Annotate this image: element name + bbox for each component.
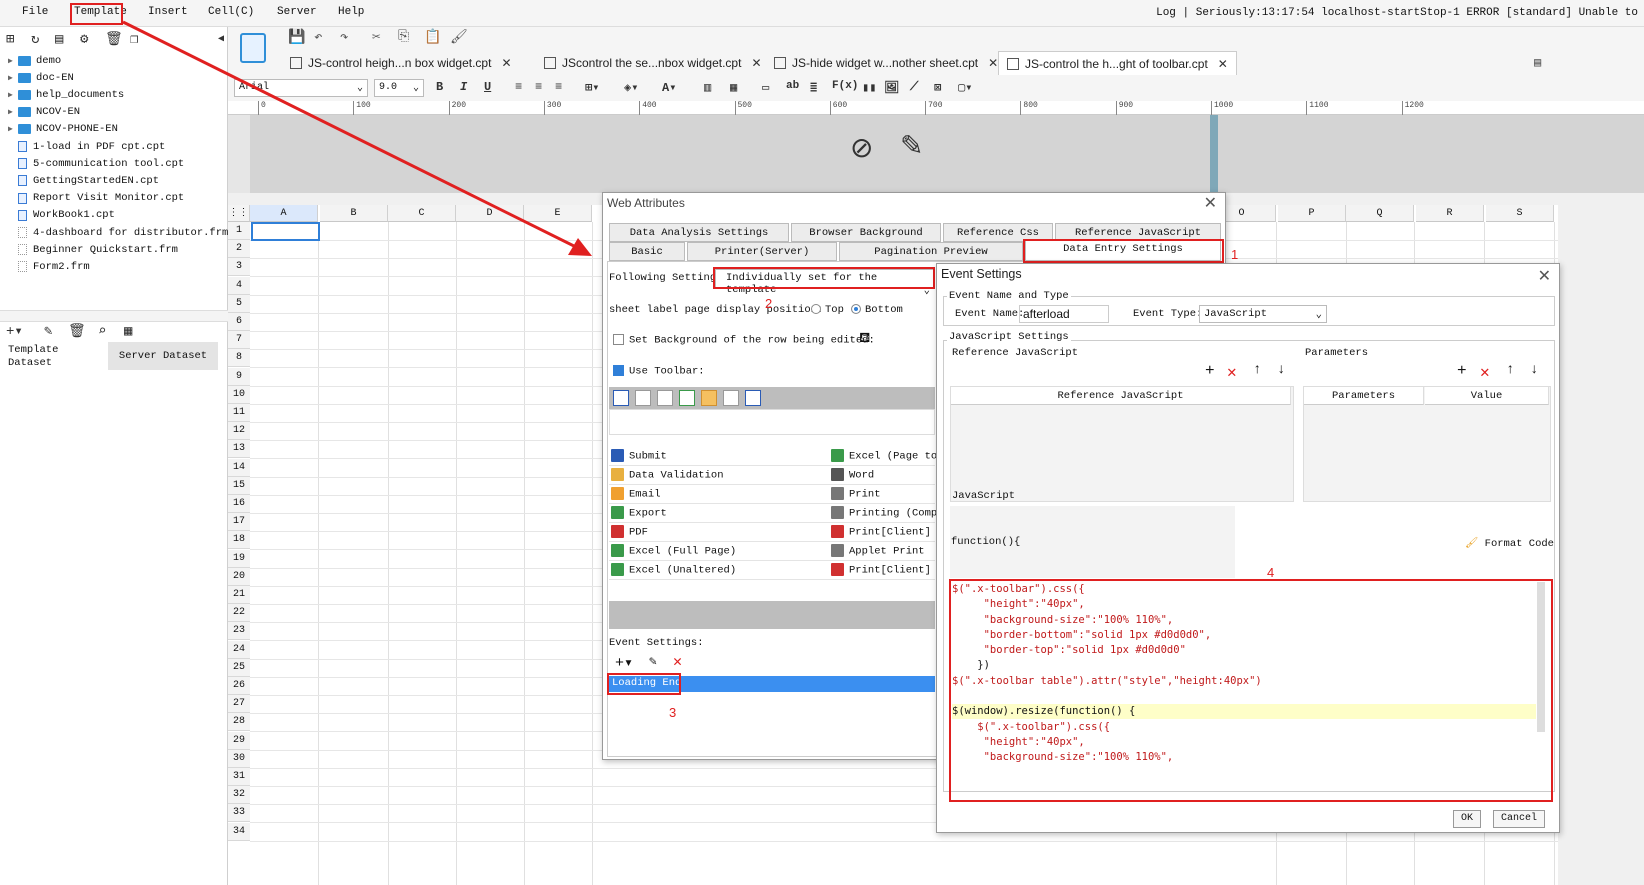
arrow-head (568, 238, 592, 256)
annotation-arrow (122, 20, 592, 256)
arrow-line (122, 20, 583, 252)
